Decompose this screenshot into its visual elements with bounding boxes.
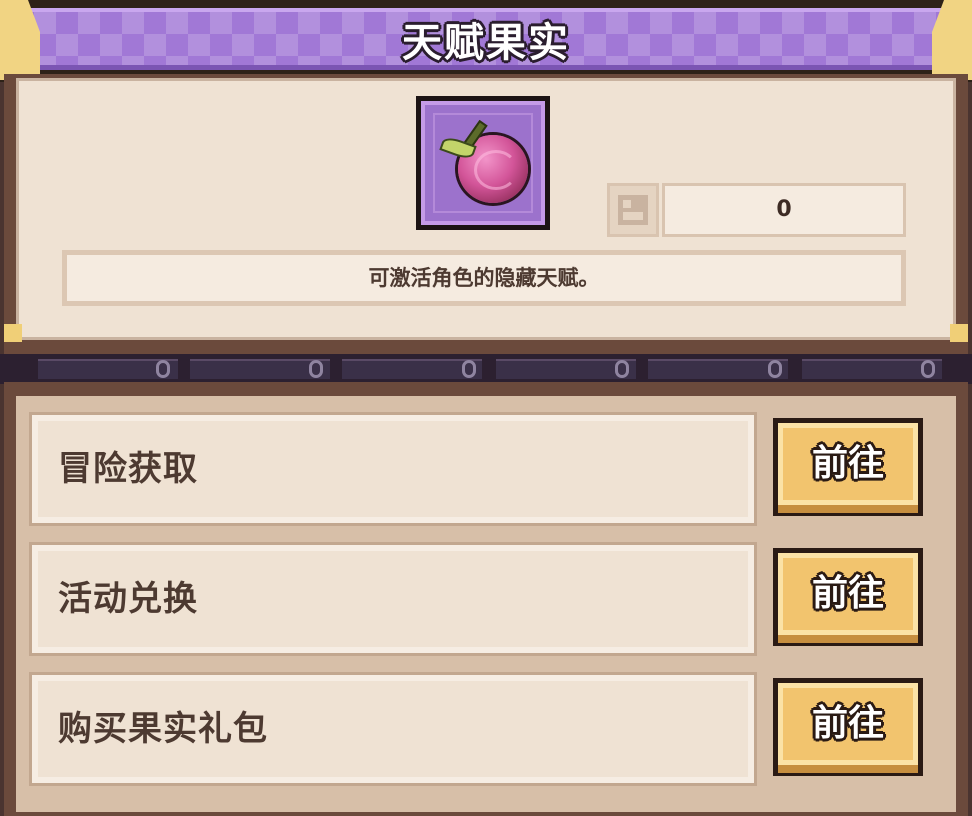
divider-knob <box>156 360 170 378</box>
divider-segment <box>648 359 788 379</box>
divider-knob <box>615 360 629 378</box>
divider-knob <box>768 360 782 378</box>
item-count: 0 <box>776 197 792 222</box>
source-label-adventure: 冒险获取 <box>58 449 198 489</box>
divider-segment <box>342 359 482 379</box>
source-label-event: 活动兑换 <box>58 579 198 619</box>
go-button-adventure[interactable]: 前往 <box>773 418 923 516</box>
go-button-label: 前往 <box>811 443 884 484</box>
item-description: 可激活角色的隐藏天赋。 <box>368 266 600 290</box>
go-button-pack[interactable]: 前往 <box>773 678 923 776</box>
divider-knob <box>921 360 935 378</box>
divider-knob <box>462 360 476 378</box>
go-button-event[interactable]: 前往 <box>773 548 923 646</box>
inventory-icon <box>618 195 648 225</box>
go-button-label: 前往 <box>811 703 884 744</box>
go-button-label: 前往 <box>811 573 884 614</box>
fruit-swirl <box>474 150 518 190</box>
page-title: 天赋果实 <box>402 20 570 66</box>
panel-corner-bl <box>4 324 22 342</box>
panel-corner-br <box>950 324 968 342</box>
title-banner: 天赋果实 <box>0 0 972 82</box>
section-divider <box>0 354 972 384</box>
divider-knob <box>309 360 323 378</box>
source-label-pack: 购买果实礼包 <box>58 709 268 749</box>
